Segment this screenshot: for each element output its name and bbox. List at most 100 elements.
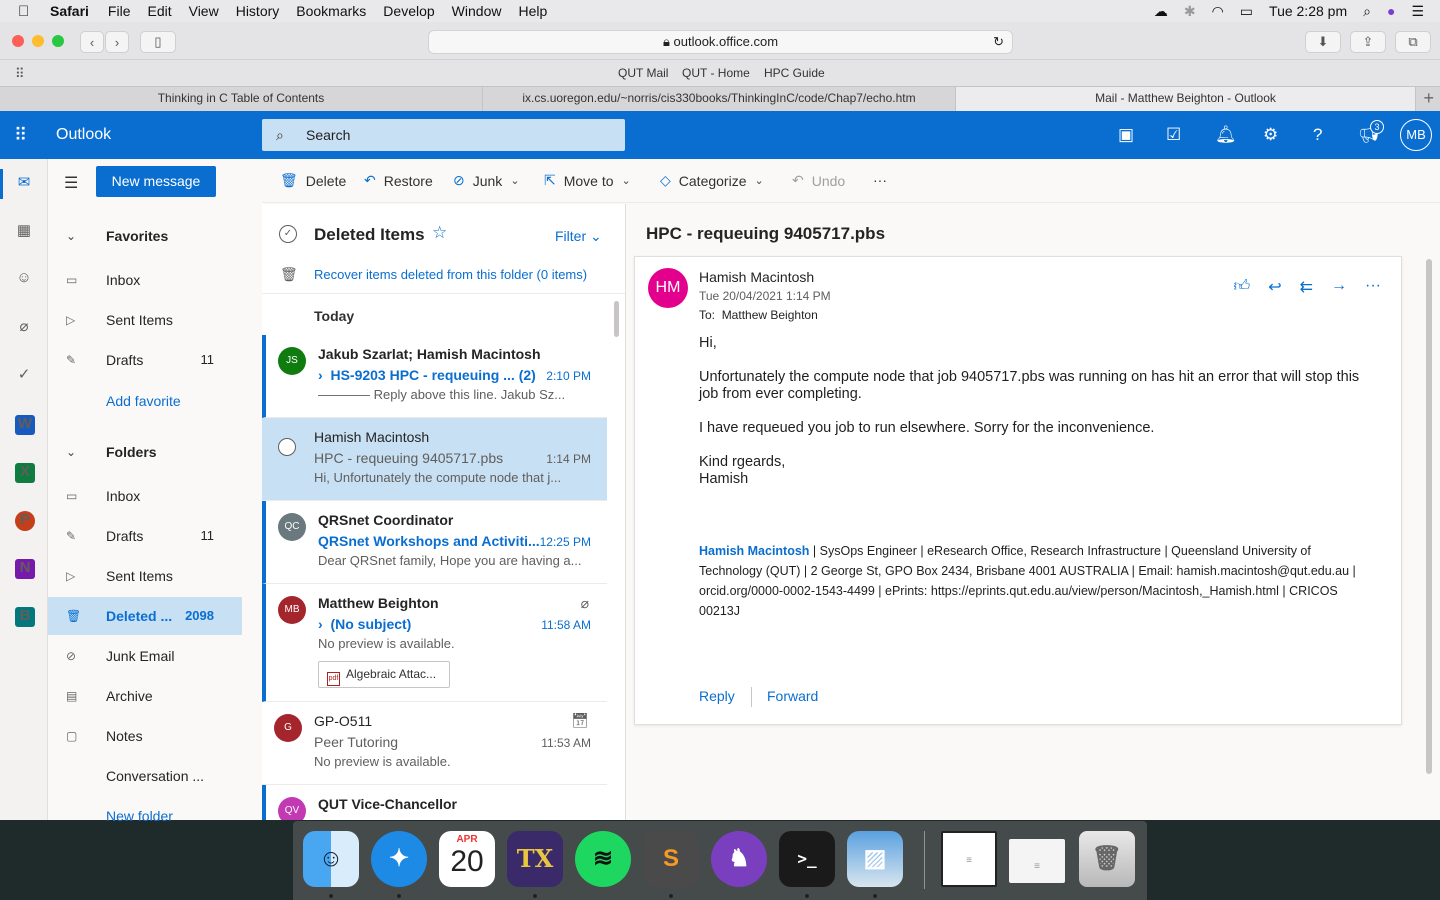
back-button[interactable]: ‹: [80, 31, 104, 53]
menu-edit[interactable]: Edit: [147, 3, 171, 19]
bluetooth-icon[interactable]: ✱: [1184, 3, 1196, 20]
list-item[interactable]: MB Matthew Beighton ⌀ › (No subject) 11:…: [262, 584, 607, 702]
hamburger-icon[interactable]: ☰: [64, 173, 78, 193]
new-tab-icon[interactable]: +: [1423, 88, 1434, 109]
close-window-button[interactable]: [12, 35, 24, 47]
menu-window[interactable]: Window: [452, 3, 502, 19]
favorites-chevron-icon[interactable]: ⌄: [66, 229, 76, 243]
powerpoint-icon[interactable]: P: [15, 511, 35, 531]
sender-name[interactable]: Hamish Macintosh: [699, 269, 814, 285]
terminal-icon[interactable]: >_: [779, 831, 835, 887]
menu-history[interactable]: History: [236, 3, 280, 19]
word-icon[interactable]: W: [15, 415, 35, 435]
github-desktop-icon[interactable]: ♞: [711, 831, 767, 887]
my-day-icon[interactable]: ☑: [1166, 125, 1181, 145]
folder-item-archive[interactable]: ▤ Archive: [48, 677, 242, 715]
restore-button[interactable]: ↶ Restore: [364, 172, 433, 189]
trash-icon[interactable]: 🗑︎: [1079, 831, 1135, 887]
gear-icon[interactable]: ⚙: [1263, 125, 1278, 145]
sidebar-toggle-button[interactable]: ▯: [140, 31, 176, 53]
onenote-icon[interactable]: N: [15, 559, 35, 579]
spotify-icon[interactable]: ≋: [575, 831, 631, 887]
menu-view[interactable]: View: [189, 3, 219, 19]
forward-icon[interactable]: →: [1331, 277, 1347, 297]
downloads-button[interactable]: ⬇: [1305, 31, 1341, 53]
menu-develop[interactable]: Develop: [383, 3, 434, 19]
more-actions-button[interactable]: ···: [873, 172, 887, 188]
tab-echo-htm[interactable]: ix.cs.uoregon.edu/~norris/cis330books/Th…: [483, 87, 956, 111]
folders-header[interactable]: Folders: [106, 444, 157, 460]
list-item[interactable]: Hamish Macintosh HPC - requeuing 9405717…: [262, 418, 607, 501]
junk-button[interactable]: ⊘ Junk ⌄: [453, 172, 520, 189]
tab-thinking-in-c[interactable]: Thinking in C Table of Contents: [0, 87, 483, 111]
search-input[interactable]: Search: [306, 119, 350, 151]
folder-item-conversation[interactable]: Conversation ...: [48, 757, 242, 795]
finder-icon[interactable]: ☺: [303, 831, 359, 887]
document-thumbnail-icon[interactable]: ≡: [1009, 839, 1065, 883]
menu-bookmarks[interactable]: Bookmarks: [296, 3, 366, 19]
list-item[interactable]: QV QUT Vice-Chancellor: [262, 785, 607, 820]
bookings-icon[interactable]: B: [15, 607, 35, 627]
account-avatar[interactable]: MB: [1400, 119, 1432, 151]
folder-item-notes[interactable]: ▢ Notes: [48, 717, 242, 755]
minimize-window-button[interactable]: [32, 35, 44, 47]
reload-icon[interactable]: ↻: [993, 31, 1004, 53]
zoom-window-button[interactable]: [52, 35, 64, 47]
bookmark-qut-mail[interactable]: QUT Mail: [618, 66, 668, 80]
calendar-icon[interactable]: ▦: [14, 221, 34, 241]
tex-icon[interactable]: TX: [507, 831, 563, 887]
sender-avatar[interactable]: HM: [648, 268, 688, 308]
folder-item-sent[interactable]: ▷ Sent Items: [48, 557, 242, 595]
document-thumbnail-icon[interactable]: ≡: [941, 831, 997, 887]
folders-chevron-icon[interactable]: ⌄: [66, 445, 76, 459]
wifi-icon[interactable]: ◠: [1212, 3, 1224, 20]
recover-link[interactable]: Recover items deleted from this folder (…: [314, 267, 587, 282]
expand-icon[interactable]: ›: [318, 616, 330, 632]
menu-file[interactable]: File: [108, 3, 131, 19]
list-scrollbar[interactable]: [614, 301, 619, 337]
spotlight-icon[interactable]: ⌕: [1363, 3, 1371, 20]
add-favorite-link[interactable]: Add favorite: [106, 393, 181, 409]
forward-button[interactable]: Forward: [767, 688, 818, 704]
chevron-down-icon[interactable]: ⌄: [754, 174, 763, 187]
attachment-chip[interactable]: pdf Algebraic Attac...: [318, 661, 450, 688]
share-button[interactable]: ⇪: [1350, 31, 1386, 53]
search-box[interactable]: ⌕ Search: [262, 119, 625, 151]
reply-button[interactable]: Reply: [699, 688, 735, 704]
move-to-button[interactable]: ⇱ Move to ⌄: [544, 172, 631, 189]
menubar-clock[interactable]: Tue 2:28 pm: [1269, 3, 1347, 19]
calendar-app-icon[interactable]: APR 20: [439, 831, 495, 887]
more-icon[interactable]: ···: [1365, 277, 1381, 297]
control-center-icon[interactable]: ☰: [1411, 3, 1424, 20]
reading-scrollbar[interactable]: [1426, 259, 1432, 774]
list-item[interactable]: G GP-O511 📅︎ Peer Tutoring 11:53 AM No p…: [262, 702, 607, 785]
outlook-title[interactable]: Outlook: [56, 126, 111, 144]
fav-item-sent[interactable]: ▷ Sent Items: [48, 301, 242, 339]
tab-overview-button[interactable]: ⧉: [1395, 31, 1431, 53]
folder-item-deleted[interactable]: 🗑︎ Deleted ... 2098: [48, 597, 242, 635]
folder-item-drafts[interactable]: ✎ Drafts 11: [48, 517, 242, 555]
undo-button[interactable]: ↶ Undo: [792, 172, 845, 189]
bookmark-qut-home[interactable]: QUT - Home: [682, 66, 750, 80]
chevron-down-icon[interactable]: ⌄: [622, 174, 631, 187]
siri-icon[interactable]: ●: [1387, 3, 1395, 19]
menu-app-safari[interactable]: Safari: [50, 3, 89, 19]
apple-icon[interactable]: : [18, 3, 36, 20]
new-folder-link[interactable]: New folder: [106, 808, 173, 824]
chevron-down-icon[interactable]: ⌄: [510, 174, 519, 187]
like-icon[interactable]: 👍︎: [1233, 277, 1250, 297]
expand-icon[interactable]: ›: [318, 367, 330, 383]
bookmark-hpc-guide[interactable]: HPC Guide: [764, 66, 825, 80]
select-all-icon[interactable]: ✓: [279, 225, 297, 243]
show-all-bookmarks-icon[interactable]: ⠿: [15, 66, 25, 82]
categorize-button[interactable]: ◇ Categorize ⌄: [660, 172, 764, 189]
fav-item-inbox[interactable]: ▭ Inbox: [48, 261, 242, 299]
address-bar[interactable]: 🔒︎ outlook.office.com ↻: [428, 30, 1013, 54]
people-icon[interactable]: ☺: [14, 269, 34, 289]
favorites-header[interactable]: Favorites: [106, 228, 168, 244]
folder-item-inbox[interactable]: ▭ Inbox: [48, 477, 242, 515]
list-item[interactable]: JS Jakub Szarlat; Hamish Macintosh › HS-…: [262, 335, 607, 418]
recipient-name[interactable]: Matthew Beighton: [722, 308, 818, 322]
menu-help[interactable]: Help: [518, 3, 547, 19]
folder-item-junk[interactable]: ⊘ Junk Email: [48, 637, 242, 675]
